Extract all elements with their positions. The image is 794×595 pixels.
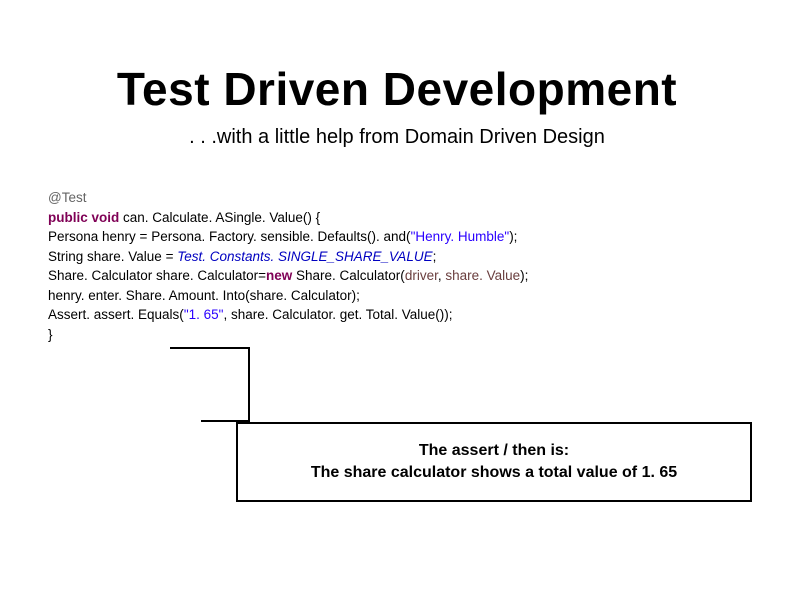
code-text: ); (509, 229, 521, 244)
callout-box: The assert / then is: The share calculat… (236, 422, 752, 502)
code-text: Assert. assert. Equals( (48, 307, 184, 322)
annotation-test: @Test (48, 190, 86, 205)
code-text: , share. Calculator. get. Total. Value()… (223, 307, 456, 322)
slide-subtitle: . . .with a little help from Domain Driv… (0, 126, 794, 149)
code-text: ; (433, 249, 441, 264)
callout-line-1: The assert / then is: (419, 440, 569, 462)
code-line-4: String share. Value = Test. Constants. S… (48, 247, 532, 267)
slide: Test Driven Development . . .with a litt… (0, 0, 794, 595)
code-line-7: Assert. assert. Equals("1. 65", share. C… (48, 305, 532, 325)
param-sharevalue: share. Value (445, 268, 520, 283)
code-text: ); (520, 268, 532, 283)
code-line-1: @Test (48, 188, 532, 208)
string-literal: "1. 65" (184, 307, 224, 322)
code-text: Share. Calculator share. Calculator= (48, 268, 266, 283)
code-line-3: Persona henry = Persona. Factory. sensib… (48, 227, 532, 247)
code-line-6: henry. enter. Share. Amount. Into(share.… (48, 286, 532, 306)
param-driver: driver (405, 268, 438, 283)
code-text: String share. Value = (48, 249, 177, 264)
keyword-new: new (266, 268, 292, 283)
keyword-public-void: public void (48, 210, 119, 225)
static-ref: Test. Constants. SINGLE_SHARE_VALUE (177, 249, 432, 264)
string-literal: "Henry. Humble" (411, 229, 510, 244)
callout-connector (170, 347, 250, 422)
code-text: Share. Calculator( (292, 268, 405, 283)
slide-title: Test Driven Development (0, 62, 794, 116)
code-line-5: Share. Calculator share. Calculator=new … (48, 266, 532, 286)
callout-line-2: The share calculator shows a total value… (311, 462, 677, 484)
code-text: henry. enter. Share. Amount. Into(share.… (48, 288, 364, 303)
code-line-8: } (48, 325, 532, 345)
code-text: Persona henry = Persona. Factory. sensib… (48, 229, 411, 244)
code-text: } (48, 327, 56, 342)
code-block: @Test public void can. Calculate. ASingl… (48, 188, 532, 345)
code-line-2: public void can. Calculate. ASingle. Val… (48, 208, 532, 228)
method-name: can. Calculate. ASingle. Value() { (119, 210, 324, 225)
